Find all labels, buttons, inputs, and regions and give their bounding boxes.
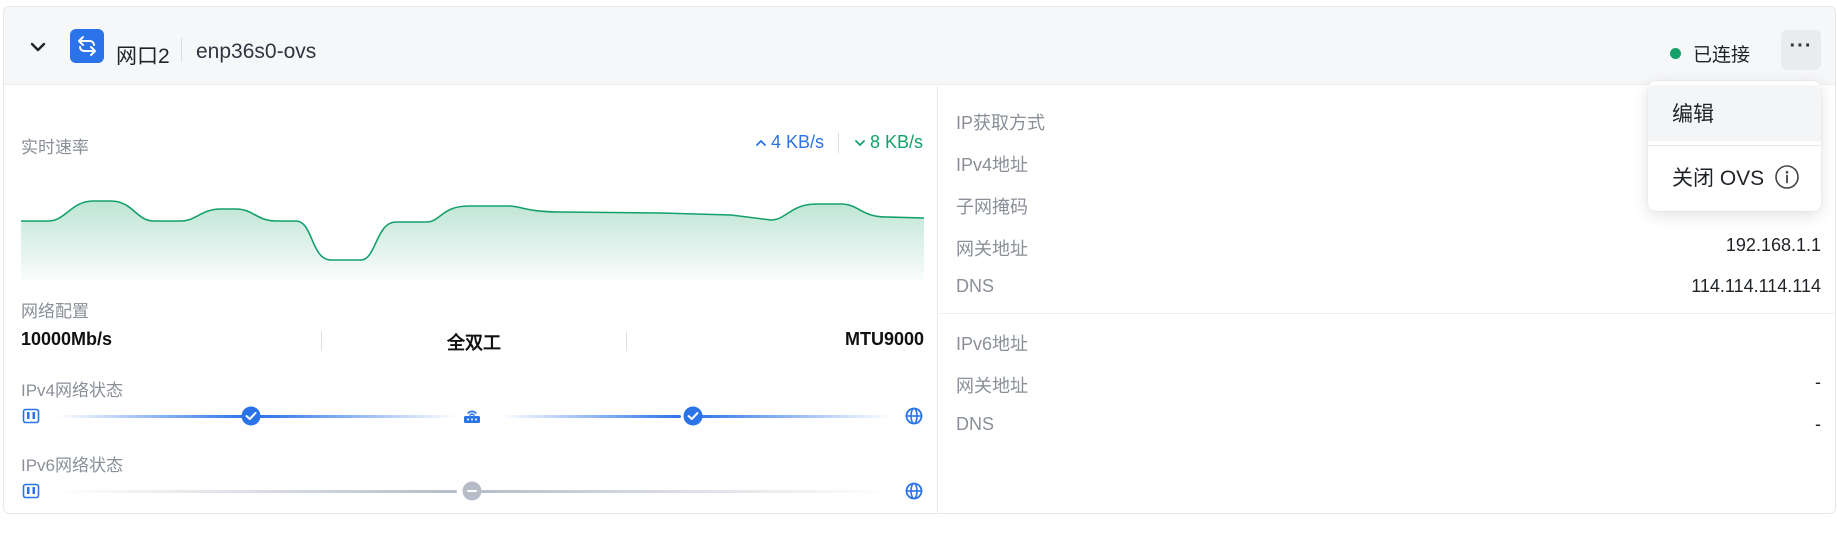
config-divider [321, 331, 322, 351]
duplex-mode: 全双工 [447, 333, 501, 353]
ipv6-dns-row: DNS - [956, 414, 1821, 438]
menu-divider [1648, 145, 1821, 146]
ipv6-status-label: IPv6网络状态 [21, 456, 124, 475]
menu-item-close-ovs[interactable]: 关闭 OVS [1648, 149, 1821, 205]
header-divider [181, 38, 182, 62]
globe-icon [904, 481, 924, 501]
check-circle-icon [683, 406, 703, 426]
chevron-down-icon[interactable] [26, 35, 50, 59]
ipv6-gateway-label: 网关地址 [956, 376, 1028, 396]
download-speed: 8 KB/s [853, 132, 923, 153]
mtu-value: MTU9000 [844, 329, 924, 349]
network-port-icon [21, 406, 41, 426]
status-dot-icon [1670, 48, 1681, 59]
left-panel: 实时速率 4 KB/s 8 KB/s 网络配置 10000Mb/s 全双工 MT… [4, 86, 938, 513]
network-config-row: 10000Mb/s 全双工 MTU9000 [21, 329, 924, 353]
ipv4-dns-label: DNS [956, 276, 995, 296]
ipv4-gateway-value: 192.168.1.1 [1725, 235, 1821, 255]
ipv6-dns-value: - [1815, 414, 1821, 434]
close-ovs-label: 关闭 OVS [1672, 167, 1765, 190]
arrow-down-icon [855, 139, 865, 146]
ipv4-gateway-row: 网关地址 192.168.1.1 [956, 235, 1821, 259]
ipv4-address-label: IPv4地址 [956, 155, 1029, 175]
network-config-label: 网络配置 [21, 302, 89, 321]
upload-speed: 4 KB/s [754, 132, 824, 153]
ipv6-address-row: IPv6地址 [956, 330, 1821, 354]
ipv4-gateway-label: 网关地址 [956, 239, 1028, 259]
link-segment [57, 415, 247, 418]
ipv6-gateway-value: - [1815, 372, 1821, 392]
realtime-rate-chart [21, 200, 924, 281]
globe-icon [904, 406, 924, 426]
card-header: 网口2 enp36s0-ovs 已连接 ··· [4, 7, 1835, 85]
ipv6-address-label: IPv6地址 [956, 334, 1029, 354]
link-speed: 10000Mb/s [21, 329, 113, 349]
interface-card: 网口2 enp36s0-ovs 已连接 ··· 实时速率 4 KB/s 8 KB… [3, 6, 1836, 514]
ipv6-dns-label: DNS [956, 414, 995, 434]
link-segment [467, 490, 891, 493]
menu-item-edit[interactable]: 编辑 [1648, 85, 1821, 141]
speed-divider [838, 133, 839, 153]
more-options-menu: 编辑 关闭 OVS [1648, 81, 1821, 211]
more-icon: ··· [1789, 34, 1813, 57]
ipv4-status-line [21, 404, 924, 428]
check-circle-icon [241, 406, 261, 426]
ipv4-status-label: IPv4网络状态 [21, 381, 124, 400]
arrow-up-icon [756, 139, 766, 146]
minus-circle-icon [462, 481, 482, 501]
router-icon [462, 406, 482, 426]
ipv6-gateway-row: 网关地址 - [956, 372, 1821, 396]
status-text: 已连接 [1693, 45, 1751, 66]
download-speed-value: 8 KB/s [870, 132, 924, 152]
connection-status: 已连接 [1670, 40, 1750, 67]
config-divider [626, 331, 627, 351]
port-swap-icon [70, 29, 104, 63]
ipv6-status-line [21, 479, 924, 503]
ip-method-label: IP获取方式 [956, 113, 1046, 133]
link-segment [501, 415, 681, 418]
link-segment [57, 490, 457, 493]
link-segment [691, 415, 891, 418]
realtime-rate-label: 实时速率 [21, 138, 89, 157]
info-icon[interactable] [1774, 164, 1800, 190]
ipv4-dns-value: 114.114.114.114 [1691, 276, 1821, 296]
port-name: 网口2 [116, 45, 170, 68]
network-port-icon [21, 481, 41, 501]
upload-speed-value: 4 KB/s [771, 132, 825, 152]
interface-name: enp36s0-ovs [196, 40, 317, 63]
ipv4-dns-row: DNS 114.114.114.114 [956, 276, 1821, 300]
more-options-button[interactable]: ··· [1781, 30, 1821, 70]
subnet-mask-label: 子网掩码 [956, 197, 1028, 217]
link-segment [257, 415, 457, 418]
section-divider [939, 313, 1835, 314]
